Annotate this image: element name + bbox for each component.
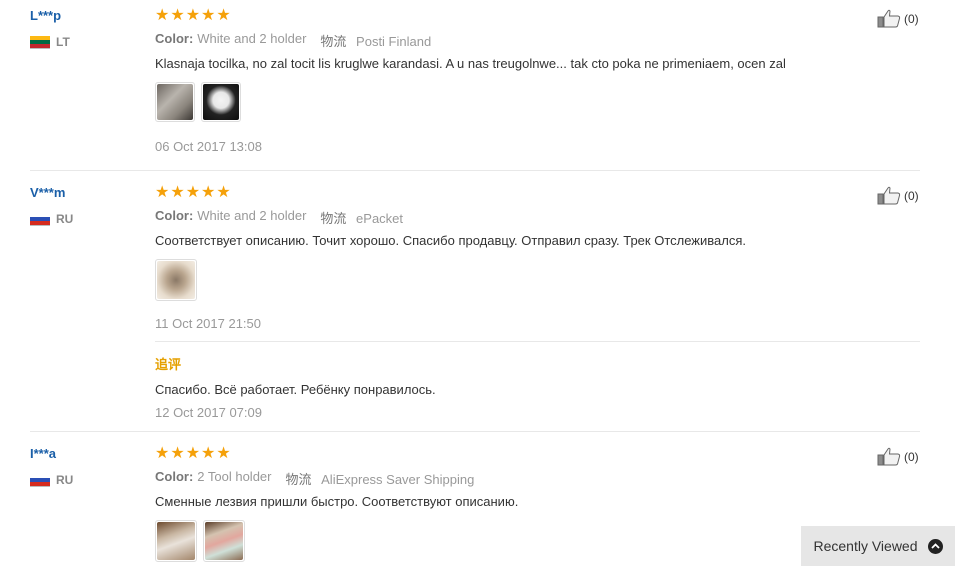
color-label: Color: [155,31,194,46]
shipping-value: ePacket [356,211,404,226]
star-icon: ★ [155,445,170,462]
review-image[interactable] [155,82,195,122]
shipping-label: 物流 [285,472,312,487]
shipping-info: 物流 Posti Finland [320,31,431,50]
star-rating: ★ ★ ★ ★ ★ [155,8,231,24]
star-rating: ★ ★ ★ ★ ★ [155,185,231,201]
review-date: 11 Oct 2017 21:50 [155,316,262,331]
followup-divider [155,341,920,342]
flag-ru-icon [30,212,50,226]
review-item: V***m RU ★ ★ ★ ★ ★ Color: White and 2 ho… [0,171,920,431]
reviewer-name[interactable]: L***p [30,8,61,23]
star-icon: ★ [170,7,185,24]
shipping-info: 物流 ePacket [320,208,403,227]
country-code: RU [56,212,74,226]
star-icon: ★ [170,445,185,462]
star-rating: ★ ★ ★ ★ ★ [155,446,231,462]
star-icon: ★ [185,445,201,462]
review-text: Сменные лезвия пришли быстро. Соответств… [155,494,519,509]
shipping-info: 物流 AliExpress Saver Shipping [286,469,475,488]
star-icon: ★ [216,7,231,24]
shipping-value: AliExpress Saver Shipping [321,472,475,487]
review-meta: Color: White and 2 holder 物流 ePacket [155,208,403,227]
review-image[interactable] [201,82,241,122]
recently-viewed-button[interactable]: Recently Viewed [801,526,955,566]
color-label: Color: [155,469,194,484]
reviewer-name[interactable]: V***m [30,185,65,200]
star-icon: ★ [216,445,231,462]
shipping-label: 物流 [320,211,347,226]
followup-date: 12 Oct 2017 07:09 [155,405,262,420]
color-value: 2 Tool holder [197,469,272,484]
flag-ru-icon [30,473,50,487]
reviewer-name[interactable]: I***a [30,446,56,461]
star-icon: ★ [155,184,170,201]
review-image[interactable] [155,259,197,301]
helpful-button[interactable]: (0) [877,447,919,466]
star-icon: ★ [201,7,216,24]
country-code: LT [56,35,70,49]
review-text: Klasnaja tocilka, no zal tocit lis krugl… [155,56,786,71]
review-images [155,82,241,122]
shipping-value: Posti Finland [356,34,432,49]
review-meta: Color: White and 2 holder 物流 Posti Finla… [155,31,431,50]
color-value: White and 2 holder [197,31,307,46]
helpful-count: (0) [904,449,919,464]
review-date: 06 Oct 2017 13:08 [155,139,262,154]
star-icon: ★ [155,7,170,24]
helpful-button[interactable]: (0) [877,186,919,205]
reviewer-country: RU [30,212,73,226]
helpful-count: (0) [904,188,919,203]
followup-label: 追评 [155,357,182,372]
helpful-button[interactable]: (0) [877,9,919,28]
helpful-count: (0) [904,11,919,26]
shipping-label: 物流 [320,34,347,49]
thumbs-up-icon [877,447,901,466]
review-image[interactable] [203,520,245,562]
color-label: Color: [155,208,194,223]
review-item: I***a RU ★ ★ ★ ★ ★ Color: 2 Tool holder … [0,432,920,566]
review-images [155,259,197,301]
followup-text: Спасибо. Всё работает. Ребёнку понравило… [155,382,436,397]
reviewer-country: RU [30,473,73,487]
star-icon: ★ [185,184,201,201]
recently-viewed-label: Recently Viewed [813,538,918,554]
review-item: L***p LT ★ ★ ★ ★ ★ Color: White and 2 ho… [0,0,920,170]
reviewer-country: LT [30,35,70,49]
thumbs-up-icon [877,9,901,28]
color-value: White and 2 holder [197,208,307,223]
chevron-up-icon [927,538,943,554]
review-meta: Color: 2 Tool holder 物流 AliExpress Saver… [155,469,474,488]
star-icon: ★ [185,7,201,24]
thumbs-up-icon [877,186,901,205]
flag-lt-icon [30,35,50,49]
star-icon: ★ [201,184,216,201]
review-text: Соответствует описанию. Точит хорошо. Сп… [155,233,746,248]
star-icon: ★ [170,184,185,201]
country-code: RU [56,473,74,487]
review-image[interactable] [155,520,197,562]
review-images [155,520,245,562]
star-icon: ★ [216,184,231,201]
star-icon: ★ [201,445,216,462]
